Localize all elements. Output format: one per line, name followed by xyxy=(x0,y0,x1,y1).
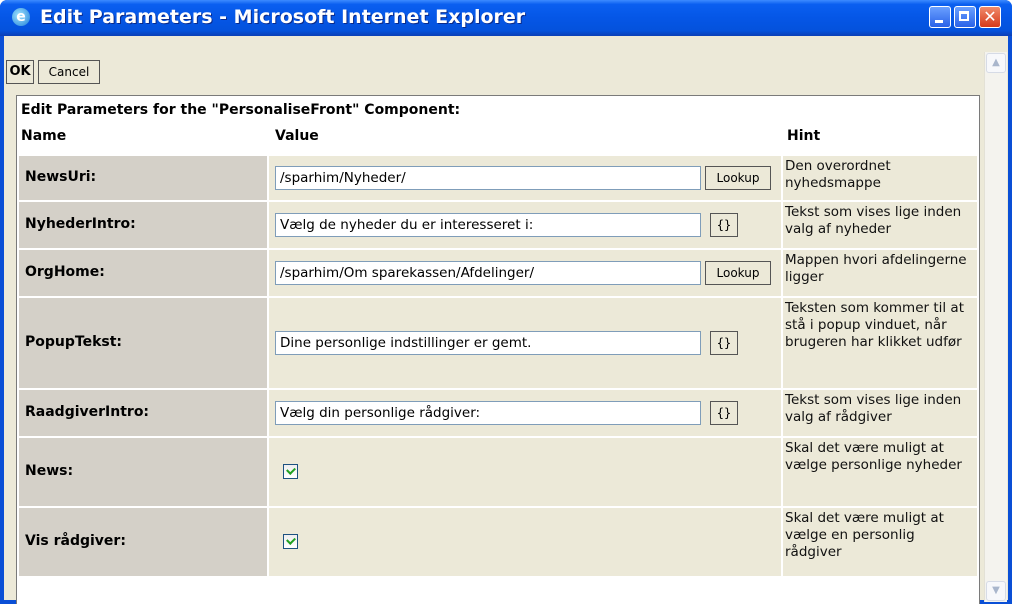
ie-window: e Edit Parameters - Microsoft Internet E… xyxy=(0,0,1012,604)
maximize-icon xyxy=(959,11,969,21)
vertical-scrollbar[interactable]: ▲ ▼ xyxy=(984,52,1007,602)
column-header-value: Value xyxy=(275,128,319,144)
lookup-button[interactable]: Lookup xyxy=(705,261,771,285)
lookup-button[interactable]: Lookup xyxy=(705,166,771,190)
scroll-down-button[interactable]: ▼ xyxy=(986,581,1006,601)
param-row-popuptekst: PopupTekst: Dine personlige indstillinge… xyxy=(19,298,977,388)
param-hint: Teksten som kommer til at stå i popup vi… xyxy=(785,300,964,350)
param-row-news: News: Skal det være muligt at vælge pers… xyxy=(19,438,977,506)
param-row-raadgiverintro: RaadgiverIntro: Vælg din personlige rådg… xyxy=(19,390,977,436)
param-name: News: xyxy=(25,463,74,479)
param-row-nyhederintro: NyhederIntro: Vælg de nyheder du er inte… xyxy=(19,202,977,248)
panel-heading: Edit Parameters for the "PersonaliseFron… xyxy=(21,102,461,118)
param-value-input[interactable]: Vælg din personlige rådgiver: xyxy=(275,401,701,425)
param-name: PopupTekst: xyxy=(25,334,123,350)
vis-radgiver-checkbox[interactable] xyxy=(283,534,298,549)
param-hint: Tekst som vises lige inden valg af rådgi… xyxy=(785,392,962,425)
param-value-input[interactable]: Vælg de nyheder du er interesseret i: xyxy=(275,213,701,237)
title-bar[interactable]: e Edit Parameters - Microsoft Internet E… xyxy=(0,0,1012,36)
param-name: OrgHome: xyxy=(25,264,105,280)
internet-explorer-icon: e xyxy=(12,8,32,28)
window-title: Edit Parameters - Microsoft Internet Exp… xyxy=(40,6,526,28)
param-hint: Mappen hvori afdelingerne ligger xyxy=(785,252,967,285)
param-hint: Skal det være muligt at vælge personlige… xyxy=(785,440,962,473)
checkmark-icon xyxy=(286,535,296,545)
param-row-vis-radgiver: Vis rådgiver: Skal det være muligt at væ… xyxy=(19,508,977,576)
param-name: NewsUri: xyxy=(25,169,97,185)
param-value-input[interactable]: /sparhim/Om sparekassen/Afdelinger/ xyxy=(275,261,701,285)
param-name: Vis rådgiver: xyxy=(25,533,126,549)
close-button[interactable]: ✕ xyxy=(979,6,1001,28)
param-hint: Tekst som vises lige inden valg af nyhed… xyxy=(785,204,962,237)
page-content: OK Cancel ▲ ▼ Edit Parameters for the "P… xyxy=(4,36,1008,604)
minimize-icon xyxy=(935,20,943,23)
cancel-button[interactable]: Cancel xyxy=(38,60,100,84)
news-checkbox[interactable] xyxy=(283,464,298,479)
maximize-button[interactable] xyxy=(954,6,976,28)
param-value-input[interactable]: /sparhim/Nyheder/ xyxy=(275,166,701,190)
param-name: RaadgiverIntro: xyxy=(25,404,150,420)
minimize-button[interactable] xyxy=(929,6,951,28)
param-row-orghome: OrgHome: /sparhim/Om sparekassen/Afdelin… xyxy=(19,250,977,296)
param-hint: Skal det være muligt at vælge en personl… xyxy=(785,510,944,560)
ok-button[interactable]: OK xyxy=(6,60,34,84)
parameters-panel: Edit Parameters for the "PersonaliseFron… xyxy=(16,95,980,604)
close-icon: ✕ xyxy=(983,7,997,26)
param-row-newsuri: NewsUri: /sparhim/Nyheder/ Lookup Den ov… xyxy=(19,156,977,200)
scroll-up-button[interactable]: ▲ xyxy=(986,53,1006,73)
param-value-input[interactable]: Dine personlige indstillinger er gemt. xyxy=(275,331,701,355)
expression-button[interactable]: {} xyxy=(710,331,738,355)
param-hint: Den overordnet nyhedsmappe xyxy=(785,158,891,191)
checkmark-icon xyxy=(286,465,296,475)
expression-button[interactable]: {} xyxy=(710,213,738,237)
column-header-name: Name xyxy=(21,128,67,144)
param-name: NyhederIntro: xyxy=(25,216,136,232)
column-header-hint: Hint xyxy=(787,128,821,144)
expression-button[interactable]: {} xyxy=(710,401,738,425)
